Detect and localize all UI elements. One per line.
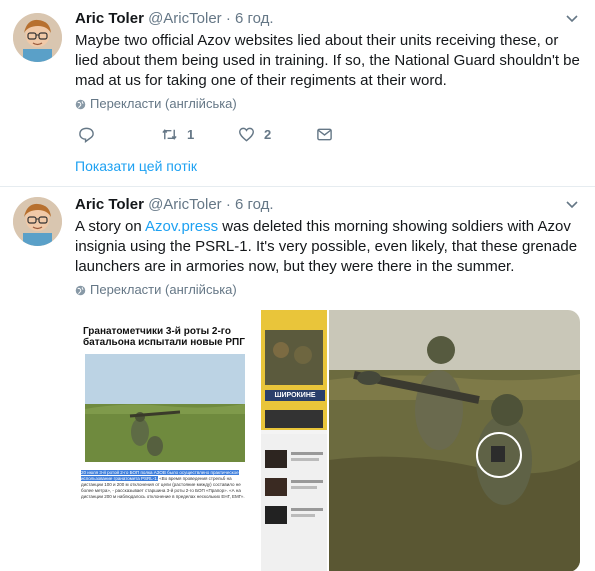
- magazine-title: ШИРОКИНЕ: [265, 390, 325, 401]
- author-handle[interactable]: @AricToler: [148, 10, 222, 27]
- caret-down-icon[interactable]: [565, 14, 579, 24]
- magazine-screenshot-image[interactable]: ШИРОКИНЕ: [261, 310, 327, 571]
- reply-icon: [79, 127, 94, 143]
- author-name[interactable]: Aric Toler: [75, 196, 144, 213]
- globe-icon: [75, 99, 86, 109]
- translate-link[interactable]: Перекласти (англійська): [75, 96, 237, 112]
- tweet[interactable]: Aric Toler @AricToler · 6 год. Maybe two…: [0, 0, 595, 186]
- timestamp[interactable]: 6 год.: [235, 196, 274, 213]
- tweet-text-start: A story on: [75, 218, 146, 235]
- separator: ·: [225, 196, 231, 213]
- field-photo-image[interactable]: [329, 310, 580, 571]
- like-button[interactable]: 2: [238, 126, 271, 143]
- message-icon: [317, 128, 332, 141]
- avatar[interactable]: [13, 13, 62, 62]
- like-count: 2: [264, 127, 272, 142]
- tweet-text: A story on Azov.press was deleted this m…: [75, 217, 580, 277]
- message-button[interactable]: [316, 126, 333, 143]
- reply-button[interactable]: [78, 126, 104, 143]
- retweet-count: 1: [187, 127, 195, 142]
- globe-icon: [75, 285, 86, 295]
- timestamp[interactable]: 6 год.: [235, 10, 274, 27]
- article-title: Гранатометчики 3-й роты 2-го батальона и…: [83, 326, 245, 348]
- tweet-media[interactable]: Гранатометчики 3-й роты 2-го батальона и…: [75, 310, 580, 571]
- soldiers-field-photo: [85, 354, 245, 462]
- caret-down-icon[interactable]: [565, 200, 579, 210]
- like-icon: [238, 127, 255, 142]
- translate-link[interactable]: Перекласти (англійська): [75, 282, 237, 298]
- tweet-text: Maybe two official Azov websites lied ab…: [75, 32, 580, 89]
- retweet-icon: [162, 129, 177, 140]
- show-thread-link[interactable]: Показати цей потік: [75, 158, 197, 174]
- author-handle[interactable]: @AricToler: [148, 196, 222, 213]
- author-name[interactable]: Aric Toler: [75, 10, 144, 27]
- article-screenshot-image[interactable]: Гранатометчики 3-й роты 2-го батальона и…: [75, 310, 258, 571]
- tweet[interactable]: Aric Toler @AricToler · 6 год. A story o…: [0, 186, 595, 571]
- magazine-cover-graphic: [261, 310, 327, 571]
- azov-press-link[interactable]: Azov.press: [145, 218, 218, 235]
- tweet-actions: 1 2: [78, 126, 358, 146]
- translate-label[interactable]: Перекласти (англійська): [90, 282, 237, 298]
- translate-label[interactable]: Перекласти (англійська): [90, 96, 237, 112]
- retweet-button[interactable]: 1: [161, 126, 194, 143]
- soldiers-grenade-launcher-photo: [329, 310, 580, 571]
- separator: ·: [225, 10, 231, 27]
- article-caption: 20 июля 3-й ротой 2-го БОП полка АЗОВ бы…: [81, 470, 253, 500]
- avatar[interactable]: [13, 197, 62, 246]
- tweet-header: Aric Toler @AricToler · 6 год.: [75, 195, 274, 215]
- tweet-header: Aric Toler @AricToler · 6 год.: [75, 9, 274, 29]
